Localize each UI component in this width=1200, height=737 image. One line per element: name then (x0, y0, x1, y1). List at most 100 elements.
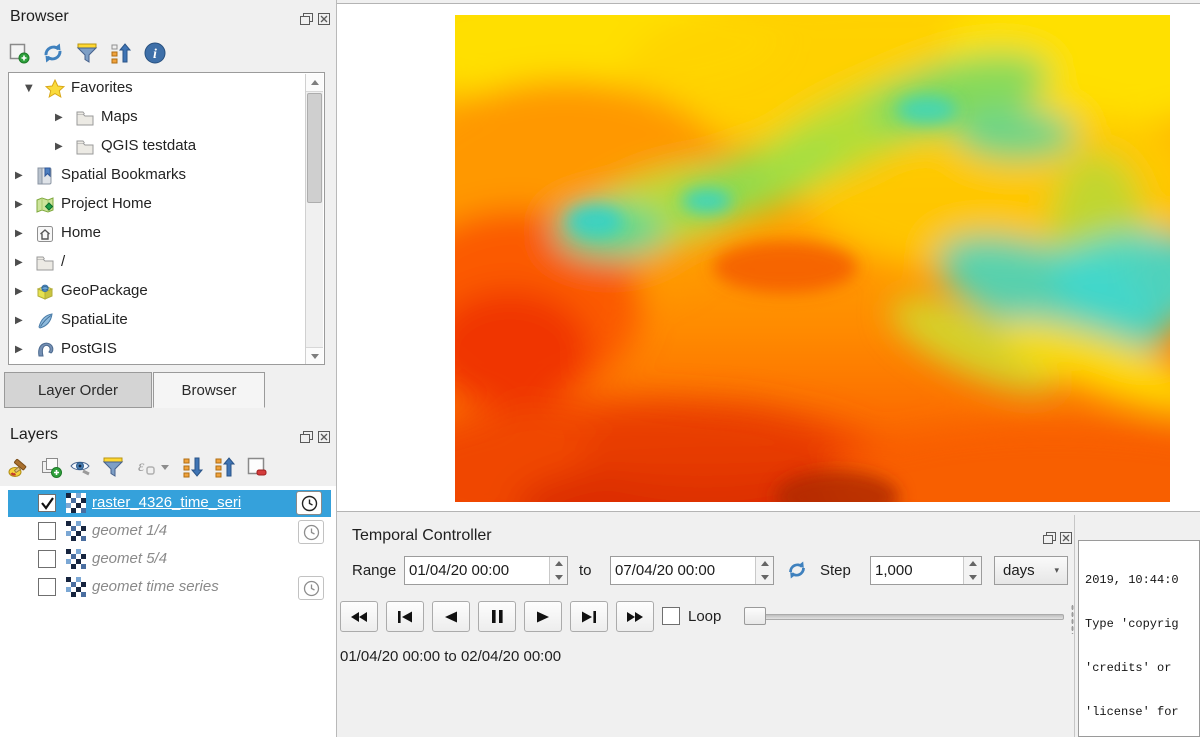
expander-collapsed-icon[interactable]: ▶ (15, 314, 23, 328)
expander-collapsed-icon[interactable]: ▶ (55, 140, 63, 154)
current-range-status: 01/04/20 00:00 to 02/04/20 00:00 (340, 648, 561, 665)
fast-rewind-button[interactable] (340, 601, 378, 632)
tab-label: Browser (181, 382, 236, 399)
layer-row-raster-4326-time-series[interactable]: raster_4326_time_seri (8, 490, 331, 517)
temporal-clock-icon[interactable] (298, 520, 324, 544)
step-spinbox[interactable] (870, 556, 982, 585)
spin-up-icon[interactable] (969, 561, 977, 566)
time-slider-handle[interactable] (744, 607, 766, 625)
map-canvas[interactable] (337, 3, 1200, 512)
browser-panel-title: Browser (10, 8, 69, 26)
scroll-down-icon[interactable] (306, 347, 323, 365)
step-input[interactable] (871, 557, 963, 584)
spin-down-icon[interactable] (555, 575, 563, 580)
tree-item-geopackage[interactable]: ▶ GeoPackage (9, 278, 305, 307)
folder-icon (35, 253, 55, 273)
refresh-range-icon[interactable] (784, 557, 810, 583)
tab-browser[interactable]: Browser (153, 372, 265, 408)
play-backward-button[interactable] (432, 601, 470, 632)
tree-scrollbar[interactable] (305, 74, 323, 365)
tree-item-label: PostGIS (61, 340, 117, 357)
add-selected-layers-icon[interactable] (6, 40, 32, 66)
tree-item-maps[interactable]: ▶ Maps (9, 104, 305, 133)
expander-collapsed-icon[interactable]: ▶ (15, 227, 23, 241)
close-panel-icon[interactable] (318, 12, 331, 24)
step-unit-value: days (1003, 562, 1035, 579)
tree-item-root[interactable]: ▶ / (9, 249, 305, 278)
layer-checkbox-unchecked[interactable] (38, 550, 56, 568)
expander-collapsed-icon[interactable]: ▶ (15, 198, 23, 212)
float-panel-icon[interactable] (1043, 531, 1056, 543)
tree-item-postgis[interactable]: ▶ PostGIS (9, 336, 305, 365)
range-end-input[interactable] (611, 557, 755, 584)
spinner-arrows[interactable] (549, 557, 567, 584)
filter-browser-icon[interactable] (74, 40, 100, 66)
skip-to-start-button[interactable] (386, 601, 424, 632)
layer-checkbox-unchecked[interactable] (38, 522, 56, 540)
fast-forward-button[interactable] (616, 601, 654, 632)
expander-collapsed-icon[interactable]: ▶ (15, 256, 23, 270)
spatialite-feather-icon (35, 311, 55, 331)
tree-item-qgis-testdata[interactable]: ▶ QGIS testdata (9, 133, 305, 162)
play-forward-button[interactable] (524, 601, 562, 632)
console-line: 'credits' or (1085, 661, 1199, 676)
layer-row-geomet-time-series[interactable]: geomet time series (8, 574, 331, 601)
spin-down-icon[interactable] (761, 575, 769, 580)
range-end-spinbox[interactable] (610, 556, 774, 585)
spinner-arrows[interactable] (963, 557, 981, 584)
expand-all-icon[interactable] (180, 454, 206, 480)
add-group-icon[interactable] (38, 454, 64, 480)
tree-item-favorites[interactable]: ▼ Favorites (9, 75, 305, 104)
temporal-clock-icon[interactable] (298, 576, 324, 600)
expander-expanded-icon[interactable]: ▼ (25, 82, 33, 96)
pause-button[interactable] (478, 601, 516, 632)
time-slider-groove[interactable] (744, 614, 1064, 620)
properties-info-icon[interactable]: i (142, 40, 168, 66)
tree-item-label: Spatial Bookmarks (61, 166, 186, 183)
layer-label: geomet time series (92, 578, 219, 595)
collapse-all-icon[interactable] (212, 454, 238, 480)
python-console-output[interactable]: 2019, 10:44:0 Type 'copyrig 'credits' or… (1078, 540, 1200, 737)
spin-up-icon[interactable] (555, 561, 563, 566)
panel-splitter[interactable] (1074, 515, 1075, 737)
map-themes-eye-icon[interactable] (68, 454, 94, 480)
close-panel-icon[interactable] (1060, 531, 1073, 543)
tree-item-spatial-bookmarks[interactable]: ▶ Spatial Bookmarks (9, 162, 305, 191)
tree-item-spatialite[interactable]: ▶ SpatiaLite (9, 307, 305, 336)
layer-row-geomet-1-4[interactable]: geomet 1/4 (8, 518, 331, 545)
spinner-arrows[interactable] (755, 557, 773, 584)
layer-styling-icon[interactable] (6, 454, 32, 480)
expander-collapsed-icon[interactable]: ▶ (15, 169, 23, 183)
tab-layer-order[interactable]: Layer Order (4, 372, 152, 408)
step-unit-dropdown[interactable]: days ▾ (994, 556, 1068, 585)
layer-checkbox-unchecked[interactable] (38, 578, 56, 596)
scroll-up-icon[interactable] (306, 74, 323, 92)
expander-collapsed-icon[interactable]: ▶ (55, 111, 63, 125)
layer-row-geomet-5-4[interactable]: geomet 5/4 (8, 546, 331, 573)
svg-text:i: i (153, 47, 157, 62)
spin-down-icon[interactable] (969, 575, 977, 580)
scrollbar-thumb[interactable] (307, 93, 322, 203)
layer-checkbox-checked[interactable] (38, 494, 56, 512)
close-panel-icon[interactable] (318, 430, 331, 442)
remove-layer-icon[interactable] (244, 454, 270, 480)
refresh-icon[interactable] (40, 40, 66, 66)
star-icon (45, 79, 65, 99)
expander-collapsed-icon[interactable]: ▶ (15, 285, 23, 299)
splitter-handle-icon[interactable] (1071, 604, 1074, 634)
spin-up-icon[interactable] (761, 561, 769, 566)
loop-checkbox[interactable] (662, 607, 680, 625)
float-panel-icon[interactable] (300, 12, 313, 24)
expander-collapsed-icon[interactable]: ▶ (15, 343, 23, 357)
skip-to-end-button[interactable] (570, 601, 608, 632)
float-panel-icon[interactable] (300, 430, 313, 442)
expression-filter-icon[interactable]: ε (132, 454, 172, 480)
collapse-tree-icon[interactable] (108, 40, 134, 66)
temporal-clock-icon[interactable] (296, 491, 322, 515)
tree-item-project-home[interactable]: ▶ Project Home (9, 191, 305, 220)
raster-layer-icon (66, 577, 86, 597)
range-start-spinbox[interactable] (404, 556, 568, 585)
filter-legend-icon[interactable] (100, 454, 126, 480)
tree-item-home[interactable]: ▶ Home (9, 220, 305, 249)
range-start-input[interactable] (405, 557, 549, 584)
